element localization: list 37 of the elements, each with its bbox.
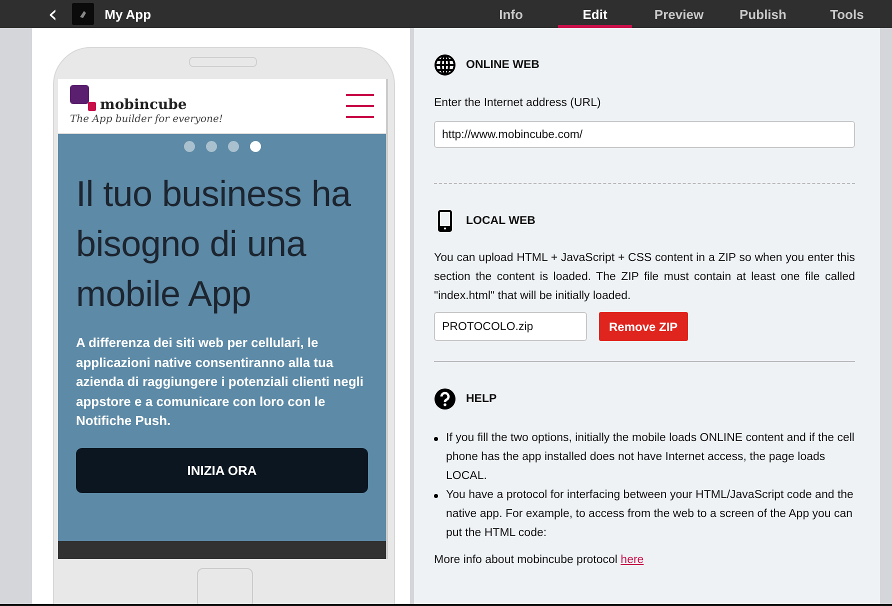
field-label: Enter the Internet address (URL) — [434, 97, 602, 109]
app-icon — [72, 3, 94, 25]
carousel-dot[interactable] — [206, 141, 216, 152]
nav-tab[interactable]: Tools — [810, 0, 884, 28]
phone-speaker — [189, 57, 257, 67]
url-field[interactable]: http://www.mobincube.com/ — [434, 121, 855, 148]
nav-tab[interactable]: Info — [474, 0, 548, 28]
tagline: The App builder for everyone! — [70, 114, 223, 125]
body-text: A differenza dei siti web per cellulari, le applicazioni native consentiranno alla tua azienda di raggiungere i potenziali clienti negli appstore e a comunicare con loro con le Notifiche Push. — [76, 334, 364, 430]
help-link[interactable]: here — [620, 554, 644, 566]
globe-icon — [434, 54, 456, 76]
file-field[interactable]: PROTOCOLO.zip — [434, 312, 587, 341]
section-title: LOCAL WEB — [466, 215, 536, 227]
home-button[interactable] — [197, 568, 253, 604]
headline: Il tuo business ha bisogno di una mobile App — [76, 172, 352, 316]
nav-tab[interactable]: Preview — [642, 0, 716, 28]
remove-zip-button[interactable]: Remove ZIP — [599, 312, 688, 341]
menu-icon[interactable] — [346, 94, 374, 118]
more-info-text: More info about mobincube protocol here — [434, 553, 645, 568]
logo-icon — [70, 85, 96, 111]
section-title: HELP — [466, 393, 497, 405]
bullet-icon — [434, 494, 438, 498]
start-button[interactable]: INIZIA ORA — [76, 448, 368, 492]
app-title: My App — [104, 6, 152, 22]
bullet-icon — [434, 437, 438, 441]
carousel-dot[interactable] — [228, 141, 238, 152]
brand-name: mobincube — [100, 97, 187, 113]
help-text: You have a protocol for interfacing between your HTML/JavaScript code and the native app. For example, to access from the web to a screen of the App you can put the HTML code: — [446, 488, 854, 541]
nav-tab[interactable]: Publish — [726, 0, 800, 28]
phone-icon — [438, 210, 452, 232]
help-text: If you fill the two options, initially the mobile loads ONLINE content and if the cell phone has the app installed does not have Internet access, the page loads LOCAL. — [446, 431, 855, 484]
description-text: You can upload HTML + JavaScript + CSS content in a ZIP so when you enter this section the content is loaded. The ZIP file must contain at least one file called "index.html" that will be initially loaded. — [434, 251, 855, 304]
help-icon — [434, 388, 456, 410]
carousel-dot[interactable] — [250, 141, 260, 152]
carousel-dot[interactable] — [184, 141, 194, 152]
back-button[interactable]: ‹ — [44, 4, 62, 24]
section-title: ONLINE WEB — [466, 59, 540, 71]
